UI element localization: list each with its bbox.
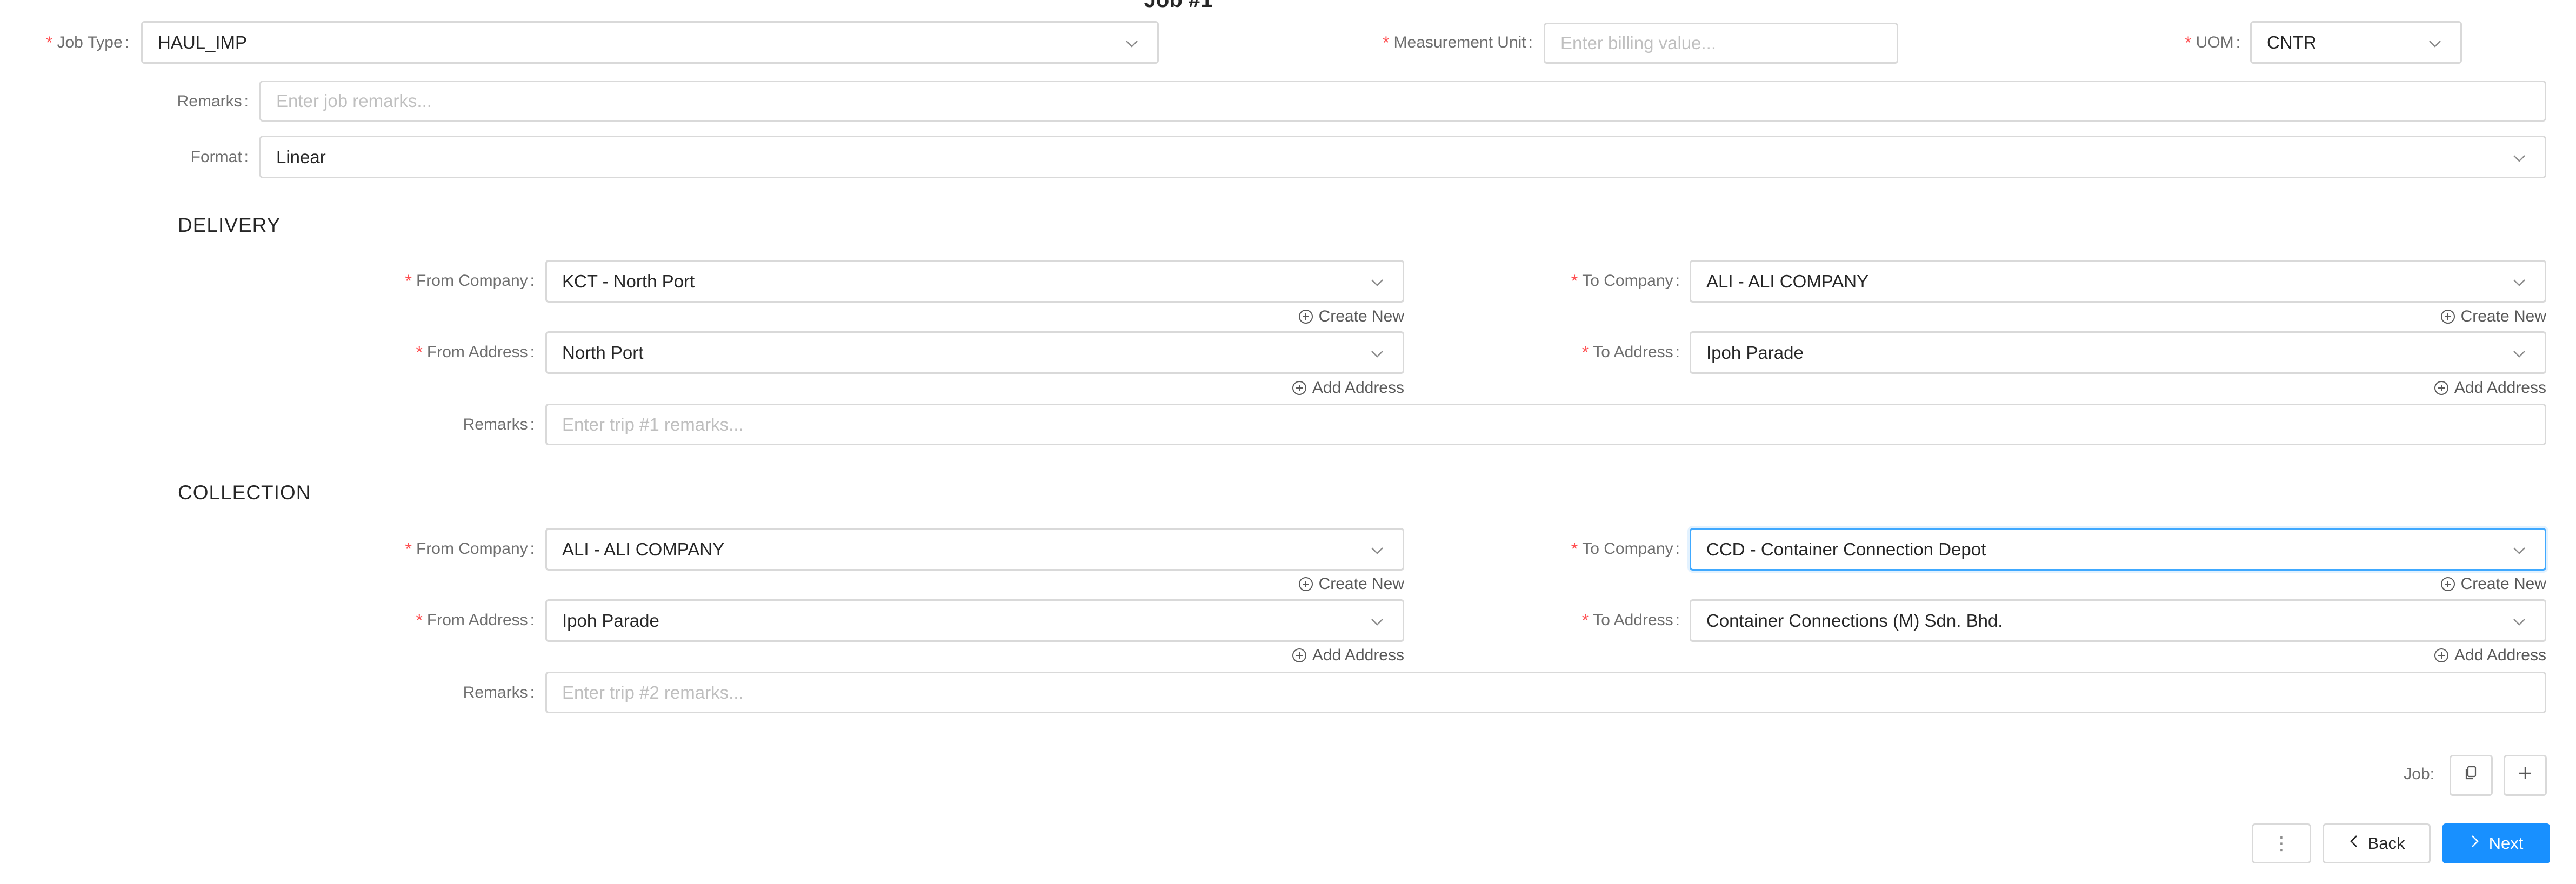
delivery-remarks-label: Remarks:	[463, 416, 535, 433]
next-button-label: Next	[2488, 834, 2524, 853]
delivery-remarks-placeholder: Enter trip #1 remarks...	[562, 414, 744, 434]
collection-from-address-add-link[interactable]: Add Address	[1292, 645, 1404, 666]
plus-icon	[2518, 766, 2533, 785]
job-remarks-placeholder: Enter job remarks...	[276, 91, 432, 111]
create-new-label: Create New	[2460, 575, 2546, 593]
chevron-down-icon	[1370, 347, 1384, 361]
next-button[interactable]: Next	[2442, 823, 2550, 863]
delivery-from-address-value: North Port	[562, 342, 644, 363]
delivery-from-company-value: KCT - North Port	[562, 271, 695, 291]
add-address-label: Add Address	[2454, 379, 2546, 397]
collection-from-company-label: * From Company:	[405, 539, 535, 559]
delivery-section-title: DELIVERY	[178, 214, 281, 236]
chevron-down-icon	[2512, 615, 2526, 629]
plus-circle-icon	[1298, 309, 1313, 324]
collection-to-address-add-link[interactable]: Add Address	[2434, 645, 2546, 666]
chevron-down-icon	[1125, 37, 1139, 51]
collection-from-address-select[interactable]: Ipoh Parade	[545, 599, 1404, 642]
create-new-label: Create New	[1318, 575, 1404, 593]
more-options-button[interactable]: ⋮	[2252, 823, 2311, 863]
collection-from-address-label: * From Address:	[416, 611, 535, 630]
create-new-label: Create New	[1318, 307, 1404, 325]
add-address-label: Add Address	[2454, 646, 2546, 664]
delivery-to-address-value: Ipoh Parade	[1706, 342, 1804, 363]
chevron-down-icon	[2512, 151, 2526, 165]
measurement-unit-placeholder: Enter billing value...	[1560, 33, 1716, 53]
plus-circle-icon	[1292, 380, 1307, 396]
collection-remarks-input[interactable]: Enter trip #2 remarks...	[545, 672, 2546, 713]
delivery-from-address-add-link[interactable]: Add Address	[1292, 377, 1404, 399]
chevron-down-icon	[2512, 347, 2526, 361]
delivery-to-address-select[interactable]: Ipoh Parade	[1690, 331, 2546, 374]
job-remarks-label: Remarks:	[177, 92, 249, 110]
delivery-to-company-label: * To Company:	[1571, 271, 1680, 291]
format-select[interactable]: Linear	[259, 136, 2546, 178]
collection-from-company-select[interactable]: ALI - ALI COMPANY	[545, 528, 1404, 571]
format-value: Linear	[276, 146, 326, 167]
collection-to-address-label: * To Address:	[1581, 611, 1680, 630]
job-type-select[interactable]: HAUL_IMP	[141, 21, 1159, 64]
delivery-to-company-create-new-link[interactable]: Create New	[2440, 306, 2546, 327]
delivery-to-address-label: * To Address:	[1581, 343, 1680, 362]
uom-value: CNTR	[2267, 32, 2317, 52]
collection-to-company-select[interactable]: CCD - Container Connection Depot	[1690, 528, 2546, 571]
plus-circle-icon	[2440, 309, 2455, 324]
chevron-down-icon	[2428, 37, 2442, 51]
chevron-down-icon	[1370, 544, 1384, 558]
chevron-down-icon	[1370, 276, 1384, 290]
create-new-label: Create New	[2460, 307, 2546, 325]
chevron-right-icon	[2470, 834, 2480, 853]
chevron-down-icon	[2512, 276, 2526, 290]
chevron-left-icon	[2348, 834, 2359, 853]
delivery-from-address-label: * From Address:	[416, 343, 535, 362]
page-title: Job #1	[1144, 0, 1213, 12]
add-job-button[interactable]	[2504, 755, 2547, 796]
delivery-from-address-select[interactable]: North Port	[545, 331, 1404, 374]
plus-circle-icon	[1292, 648, 1307, 663]
collection-remarks-label: Remarks:	[463, 684, 535, 701]
delivery-from-company-create-new-link[interactable]: Create New	[1298, 306, 1404, 327]
add-address-label: Add Address	[1312, 379, 1404, 397]
collection-from-company-create-new-link[interactable]: Create New	[1298, 573, 1404, 595]
collection-from-address-value: Ipoh Parade	[562, 610, 659, 631]
delivery-to-address-add-link[interactable]: Add Address	[2434, 377, 2546, 399]
uom-label: * UOM:	[2185, 33, 2240, 52]
plus-circle-icon	[2440, 577, 2455, 592]
more-vertical-icon: ⋮	[2272, 833, 2291, 854]
collection-to-company-value: CCD - Container Connection Depot	[1706, 539, 1986, 559]
delivery-from-company-select[interactable]: KCT - North Port	[545, 260, 1404, 303]
job-remarks-input[interactable]: Enter job remarks...	[259, 81, 2546, 122]
measurement-unit-input[interactable]: Enter billing value...	[1544, 23, 1898, 64]
uom-select[interactable]: CNTR	[2250, 21, 2462, 64]
add-address-label: Add Address	[1312, 646, 1404, 664]
collection-remarks-placeholder: Enter trip #2 remarks...	[562, 682, 744, 702]
collection-section-title: COLLECTION	[178, 481, 311, 504]
delivery-to-company-value: ALI - ALI COMPANY	[1706, 271, 1869, 291]
plus-circle-icon	[2434, 380, 2449, 396]
job-type-value: HAUL_IMP	[158, 32, 248, 52]
collection-to-company-create-new-link[interactable]: Create New	[2440, 573, 2546, 595]
delivery-to-company-select[interactable]: ALI - ALI COMPANY	[1690, 260, 2546, 303]
delivery-from-company-label: * From Company:	[405, 271, 535, 291]
collection-to-address-select[interactable]: Container Connections (M) Sdn. Bhd.	[1690, 599, 2546, 642]
collection-from-company-value: ALI - ALI COMPANY	[562, 539, 725, 559]
plus-circle-icon	[2434, 648, 2449, 663]
back-button-label: Back	[2367, 834, 2405, 853]
job-actions-label: Job:	[2404, 765, 2434, 783]
copy-icon	[2464, 765, 2479, 786]
chevron-down-icon	[1370, 615, 1384, 629]
format-label: Format:	[190, 148, 249, 166]
collection-to-address-value: Container Connections (M) Sdn. Bhd.	[1706, 610, 2003, 631]
collection-to-company-label: * To Company:	[1571, 539, 1680, 559]
plus-circle-icon	[1298, 577, 1313, 592]
chevron-down-icon	[2512, 544, 2526, 558]
job-type-label: * Job Type:	[46, 33, 129, 52]
measurement-unit-label: * Measurement Unit:	[1383, 33, 1533, 52]
copy-job-button[interactable]	[2450, 755, 2493, 796]
back-button[interactable]: Back	[2323, 823, 2431, 863]
delivery-remarks-input[interactable]: Enter trip #1 remarks...	[545, 404, 2546, 445]
